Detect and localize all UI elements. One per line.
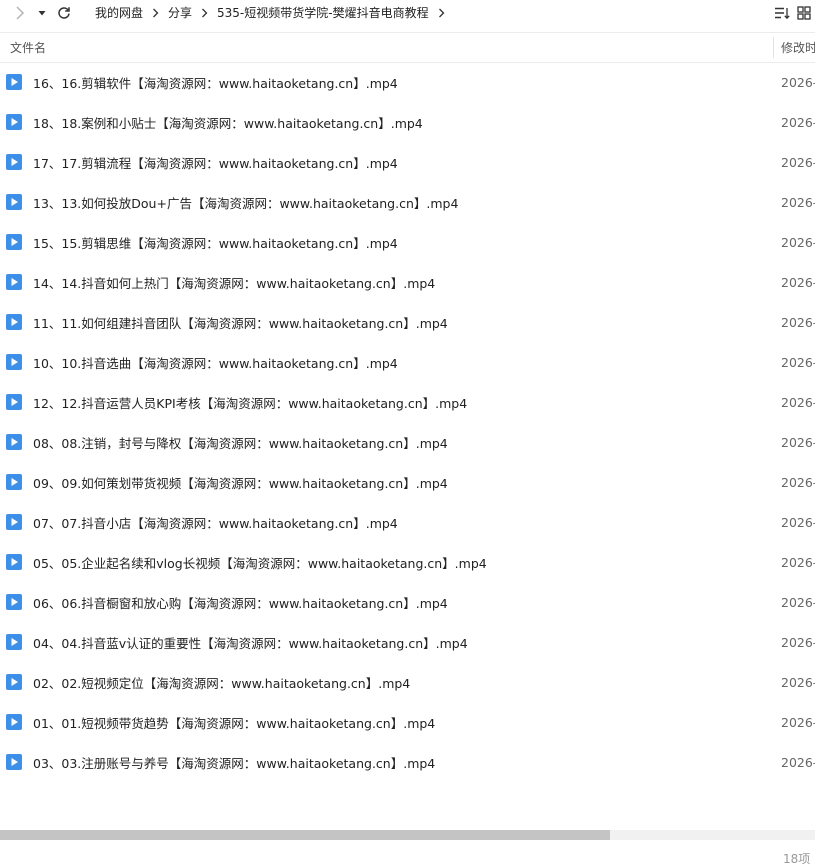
file-modified-date: 2026- xyxy=(781,634,815,650)
breadcrumb-separator-icon xyxy=(152,8,159,18)
file-row[interactable]: 02、02.短视频定位【海淘资源网：www.haitaoketang.cn】.m… xyxy=(0,662,815,702)
file-row[interactable]: 09、09.如何策划带货视频【海淘资源网：www.haitaoketang.cn… xyxy=(0,462,815,502)
horizontal-scrollbar[interactable] xyxy=(0,830,815,840)
file-modified-date: 2026- xyxy=(781,314,815,330)
file-modified-date: 2026- xyxy=(781,154,815,170)
video-file-icon xyxy=(6,674,22,690)
file-row[interactable]: 07、07.抖音小店【海淘资源网：www.haitaoketang.cn】.mp… xyxy=(0,502,815,542)
file-modified-date: 2026- xyxy=(781,194,815,210)
file-modified-date: 2026- xyxy=(781,74,815,90)
file-modified-date: 2026- xyxy=(781,474,815,490)
file-row[interactable]: 10、10.抖音选曲【海淘资源网：www.haitaoketang.cn】.mp… xyxy=(0,342,815,382)
sort-button[interactable] xyxy=(771,0,793,25)
sort-list-icon xyxy=(775,7,790,19)
file-modified-date: 2026- xyxy=(781,714,815,730)
file-list: 16、16.剪辑软件【海淘资源网：www.haitaoketang.cn】.mp… xyxy=(0,62,815,782)
file-name[interactable]: 12、12.抖音运营人员KPI考核【海淘资源网：www.haitaoketang… xyxy=(33,382,467,422)
file-row[interactable]: 05、05.企业起名续和vlog长视频【海淘资源网：www.haitaoketa… xyxy=(0,542,815,582)
forward-button[interactable] xyxy=(8,0,32,25)
file-name[interactable]: 05、05.企业起名续和vlog长视频【海淘资源网：www.haitaoketa… xyxy=(33,542,487,582)
video-file-icon xyxy=(6,234,22,250)
file-row[interactable]: 18、18.案例和小贴士【海淘资源网：www.haitaoketang.cn】.… xyxy=(0,102,815,142)
file-row[interactable]: 17、17.剪辑流程【海淘资源网：www.haitaoketang.cn】.mp… xyxy=(0,142,815,182)
column-divider[interactable] xyxy=(773,37,774,58)
refresh-icon xyxy=(58,6,70,19)
file-name[interactable]: 11、11.如何组建抖音团队【海淘资源网：www.haitaoketang.cn… xyxy=(33,302,448,342)
file-modified-date: 2026- xyxy=(781,274,815,290)
file-row[interactable]: 06、06.抖音橱窗和放心购【海淘资源网：www.haitaoketang.cn… xyxy=(0,582,815,622)
file-modified-date: 2026- xyxy=(781,554,815,570)
chevron-right-icon xyxy=(16,5,25,20)
file-row[interactable]: 16、16.剪辑软件【海淘资源网：www.haitaoketang.cn】.mp… xyxy=(0,62,815,102)
video-file-icon xyxy=(6,354,22,370)
video-file-icon xyxy=(6,634,22,650)
column-header: 文件名 修改时 xyxy=(0,32,815,63)
video-file-icon xyxy=(6,114,22,130)
file-row[interactable]: 01、01.短视频带货趋势【海淘资源网：www.haitaoketang.cn】… xyxy=(0,702,815,742)
video-file-icon xyxy=(6,514,22,530)
file-name[interactable]: 09、09.如何策划带货视频【海淘资源网：www.haitaoketang.cn… xyxy=(33,462,448,502)
video-file-icon xyxy=(6,714,22,730)
column-header-modified[interactable]: 修改时 xyxy=(781,33,815,62)
file-name[interactable]: 10、10.抖音选曲【海淘资源网：www.haitaoketang.cn】.mp… xyxy=(33,342,398,382)
breadcrumb-item-current-folder[interactable]: 535-短视频带货学院-樊燿抖音电商教程 xyxy=(217,4,429,21)
caret-down-icon xyxy=(38,10,46,15)
file-name[interactable]: 15、15.剪辑思维【海淘资源网：www.haitaoketang.cn】.mp… xyxy=(33,222,398,262)
refresh-button[interactable] xyxy=(52,0,76,25)
file-name[interactable]: 03、03.注册账号与养号【海淘资源网：www.haitaoketang.cn】… xyxy=(33,742,435,782)
file-row[interactable]: 08、08.注销，封号与降权【海淘资源网：www.haitaoketang.cn… xyxy=(0,422,815,462)
video-file-icon xyxy=(6,394,22,410)
file-modified-date: 2026- xyxy=(781,354,815,370)
horizontal-scrollbar-thumb[interactable] xyxy=(0,830,610,840)
video-file-icon xyxy=(6,434,22,450)
breadcrumb-separator-icon xyxy=(201,8,208,18)
video-file-icon xyxy=(6,474,22,490)
file-row[interactable]: 15、15.剪辑思维【海淘资源网：www.haitaoketang.cn】.mp… xyxy=(0,222,815,262)
file-name[interactable]: 14、14.抖音如何上热门【海淘资源网：www.haitaoketang.cn】… xyxy=(33,262,435,302)
file-modified-date: 2026- xyxy=(781,234,815,250)
file-name[interactable]: 06、06.抖音橱窗和放心购【海淘资源网：www.haitaoketang.cn… xyxy=(33,582,448,622)
video-file-icon xyxy=(6,554,22,570)
file-name[interactable]: 16、16.剪辑软件【海淘资源网：www.haitaoketang.cn】.mp… xyxy=(33,62,398,102)
view-controls xyxy=(771,0,815,25)
video-file-icon xyxy=(6,594,22,610)
grid-view-icon xyxy=(797,5,811,20)
video-file-icon xyxy=(6,314,22,330)
video-file-icon xyxy=(6,154,22,170)
file-row[interactable]: 11、11.如何组建抖音团队【海淘资源网：www.haitaoketang.cn… xyxy=(0,302,815,342)
grid-view-button[interactable] xyxy=(793,0,815,25)
video-file-icon xyxy=(6,754,22,770)
breadcrumb-item-share[interactable]: 分享 xyxy=(168,4,192,21)
file-name[interactable]: 01、01.短视频带货趋势【海淘资源网：www.haitaoketang.cn】… xyxy=(33,702,435,742)
file-name[interactable]: 02、02.短视频定位【海淘资源网：www.haitaoketang.cn】.m… xyxy=(33,662,410,702)
file-modified-date: 2026- xyxy=(781,754,815,770)
file-name[interactable]: 07、07.抖音小店【海淘资源网：www.haitaoketang.cn】.mp… xyxy=(33,502,398,542)
video-file-icon xyxy=(6,274,22,290)
file-name[interactable]: 17、17.剪辑流程【海淘资源网：www.haitaoketang.cn】.mp… xyxy=(33,142,398,182)
file-row[interactable]: 04、04.抖音蓝v认证的重要性【海淘资源网：www.haitaoketang.… xyxy=(0,622,815,662)
file-name[interactable]: 04、04.抖音蓝v认证的重要性【海淘资源网：www.haitaoketang.… xyxy=(33,622,468,662)
file-row[interactable]: 13、13.如何投放Dou+广告【海淘资源网：www.haitaoketang.… xyxy=(0,182,815,222)
item-count: 18项 xyxy=(783,852,811,866)
file-name[interactable]: 08、08.注销，封号与降权【海淘资源网：www.haitaoketang.cn… xyxy=(33,422,448,462)
file-modified-date: 2026- xyxy=(781,514,815,530)
file-modified-date: 2026- xyxy=(781,114,815,130)
file-row[interactable]: 12、12.抖音运营人员KPI考核【海淘资源网：www.haitaoketang… xyxy=(0,382,815,422)
video-file-icon xyxy=(6,74,22,90)
navigation-bar: 我的网盘 分享 535-短视频带货学院-樊燿抖音电商教程 xyxy=(0,0,815,25)
file-name[interactable]: 18、18.案例和小贴士【海淘资源网：www.haitaoketang.cn】.… xyxy=(33,102,423,142)
file-modified-date: 2026- xyxy=(781,594,815,610)
file-row[interactable]: 03、03.注册账号与养号【海淘资源网：www.haitaoketang.cn】… xyxy=(0,742,815,782)
file-name[interactable]: 13、13.如何投放Dou+广告【海淘资源网：www.haitaoketang.… xyxy=(33,182,458,222)
file-modified-date: 2026- xyxy=(781,394,815,410)
file-modified-date: 2026- xyxy=(781,434,815,450)
breadcrumb-separator-icon xyxy=(438,8,445,18)
history-dropdown-button[interactable] xyxy=(34,0,50,25)
column-header-filename[interactable]: 文件名 xyxy=(10,33,46,62)
file-row[interactable]: 14、14.抖音如何上热门【海淘资源网：www.haitaoketang.cn】… xyxy=(0,262,815,302)
breadcrumb: 我的网盘 分享 535-短视频带货学院-樊燿抖音电商教程 xyxy=(95,0,454,25)
video-file-icon xyxy=(6,194,22,210)
breadcrumb-item-my-drive[interactable]: 我的网盘 xyxy=(95,4,143,21)
file-modified-date: 2026- xyxy=(781,674,815,690)
